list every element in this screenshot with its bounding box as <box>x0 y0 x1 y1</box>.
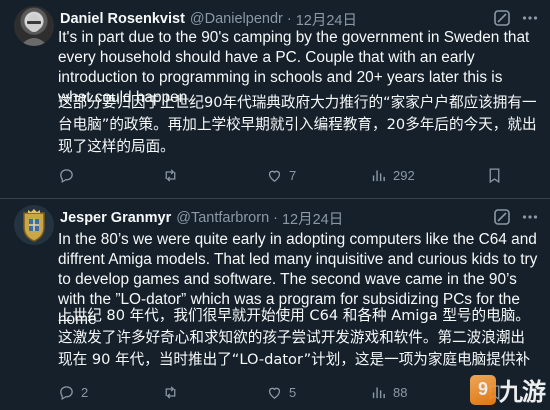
like-count: 5 <box>289 384 297 400</box>
reply-icon <box>60 168 73 183</box>
watermark-logo: 9 九游 <box>470 372 546 407</box>
like-count: 7 <box>289 167 297 183</box>
tweet-header: Jesper Granmyr @Tantfarbrorn · 12月24日 <box>60 208 343 228</box>
grok-icon[interactable] <box>493 208 511 226</box>
views-icon <box>372 170 385 181</box>
more-icon[interactable] <box>521 208 539 226</box>
tweet-header: Daniel Rosenkvist @Danielpendr · 12月24日 <box>60 9 357 29</box>
author-name[interactable]: Jesper Granmyr <box>60 210 171 226</box>
tweet-card[interactable]: Daniel Rosenkvist @Danielpendr · 12月24日 … <box>0 0 550 198</box>
more-icon[interactable] <box>521 9 539 27</box>
grok-icon[interactable] <box>493 9 511 27</box>
like-button[interactable]: 7 <box>266 164 296 186</box>
like-button[interactable]: 5 <box>266 381 296 403</box>
views-icon <box>372 387 385 398</box>
tweet-card[interactable]: Jesper Granmyr @Tantfarbrorn · 12月24日 In… <box>0 199 550 410</box>
avatar[interactable] <box>14 6 54 46</box>
tweet-translation: 这部分要归因于上世纪90年代瑞典政府大力推行的“家家户户都应该拥有一台电脑”的政… <box>58 94 537 155</box>
watermark-badge: 9 <box>470 374 496 405</box>
retweet-icon <box>165 168 176 182</box>
separator-dot: · <box>273 210 278 226</box>
tweet-date[interactable]: 12月24日 <box>282 208 343 229</box>
retweet-button[interactable] <box>162 381 185 403</box>
reply-icon <box>60 385 73 400</box>
separator-dot: · <box>286 11 292 27</box>
author-handle[interactable]: @Tantfarbrorn <box>176 210 269 226</box>
retweet-icon <box>165 385 176 399</box>
author-handle[interactable]: @Danielpendr <box>190 11 283 27</box>
reply-count: 2 <box>81 384 89 400</box>
tweet-translation: 上世纪 80 年代，我们很早就开始使用 C64 和各种 Amiga 型号的电脑。… <box>58 307 531 368</box>
profile-photo-icon <box>20 14 48 46</box>
avatar[interactable] <box>14 205 54 245</box>
tweet-actions: 7 292 <box>58 164 538 186</box>
reply-button[interactable]: 2 <box>58 381 88 403</box>
heart-icon <box>268 170 281 182</box>
tweet-date[interactable]: 12月24日 <box>296 9 357 30</box>
reply-button[interactable] <box>58 164 81 186</box>
views-button[interactable]: 88 <box>370 381 407 403</box>
tweet-actions: 2 5 88 <box>58 381 538 403</box>
view-count: 292 <box>393 167 415 183</box>
author-name[interactable]: Daniel Rosenkvist <box>60 11 185 27</box>
bookmark-icon <box>489 167 500 183</box>
view-count: 88 <box>393 384 408 400</box>
retweet-button[interactable] <box>162 164 185 186</box>
watermark-text: 九游 <box>499 378 546 406</box>
heart-icon <box>268 387 281 399</box>
bookmark-button[interactable] <box>486 164 503 186</box>
views-button[interactable]: 292 <box>370 164 415 186</box>
crest-avatar-icon <box>23 209 45 242</box>
